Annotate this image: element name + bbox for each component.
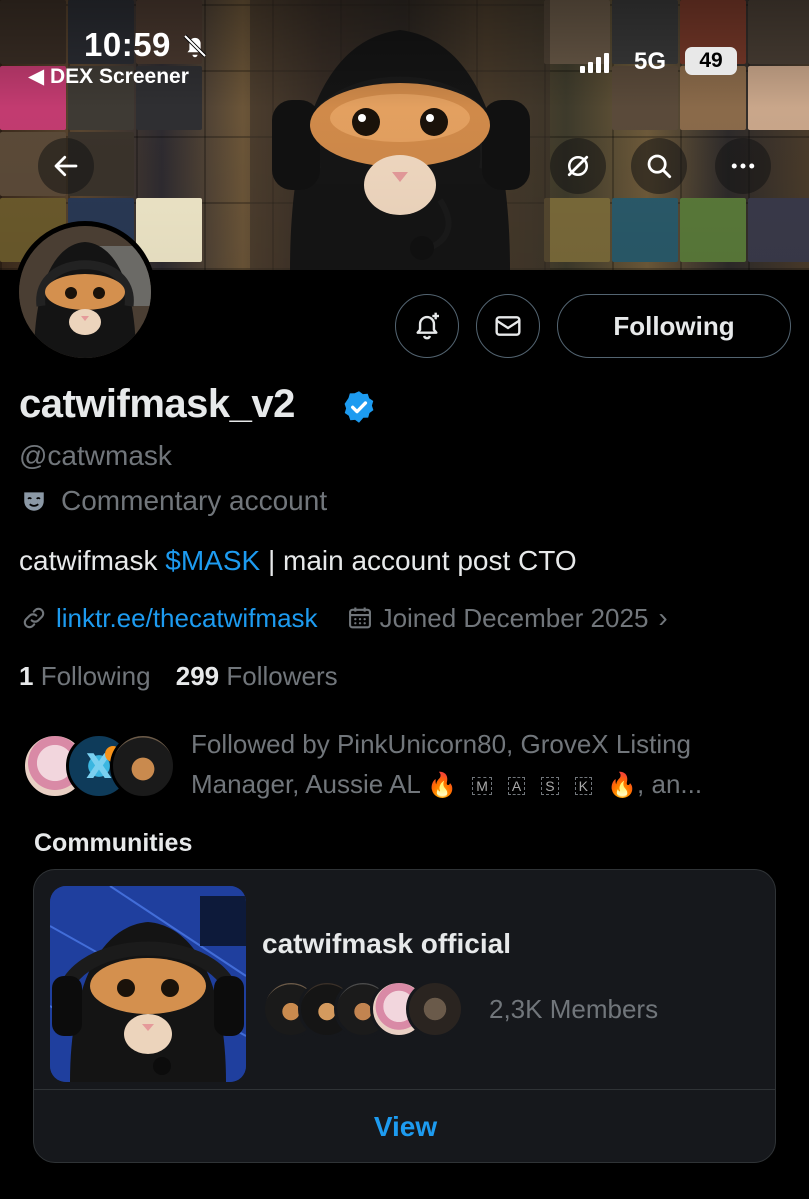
- envelope-icon: [495, 316, 521, 336]
- profile-avatar[interactable]: [14, 221, 156, 363]
- verified-badge-icon[interactable]: [341, 389, 377, 425]
- key-letter: M: [472, 777, 492, 796]
- following-label[interactable]: Following: [41, 661, 151, 691]
- avatar: [406, 980, 464, 1038]
- followers-label[interactable]: Followers: [226, 661, 337, 691]
- follow-counts: 1 Following 299 Followers: [19, 661, 356, 692]
- network-type: 5G: [634, 48, 667, 75]
- bell-off-icon: [183, 34, 207, 58]
- more-button[interactable]: [715, 138, 771, 194]
- battery-indicator: 49: [685, 47, 737, 75]
- theater-mask-icon: [24, 492, 44, 511]
- cashtag-link[interactable]: $MASK: [165, 545, 260, 576]
- following-button[interactable]: Following: [557, 294, 791, 358]
- followers-count[interactable]: 299: [176, 661, 219, 691]
- signal-icon: [580, 53, 609, 73]
- notification-bell-plus-icon: [416, 312, 439, 340]
- calendar-icon: [348, 607, 371, 629]
- user-handle: @catwmask: [19, 440, 172, 471]
- back-button[interactable]: [38, 138, 94, 194]
- community-name[interactable]: catwifmask official: [262, 928, 511, 960]
- community-member-count: 2,3K Members: [489, 994, 659, 1024]
- back-arrow-icon: [54, 155, 78, 177]
- view-community-button[interactable]: View: [34, 1090, 775, 1162]
- commentary-account-label: Commentary account: [61, 485, 328, 516]
- key-letter: S: [541, 777, 559, 796]
- key-letter: K: [574, 777, 592, 796]
- bio-text: | main account post CTO: [260, 545, 577, 576]
- avatar: [110, 733, 176, 799]
- followed-by-line: Followed by PinkUnicorn80, GroveX Listin…: [191, 729, 692, 759]
- display-name: catwifmask_v2: [19, 382, 295, 426]
- search-icon: [647, 154, 672, 179]
- link-icon: [23, 607, 45, 629]
- more-icon: [731, 163, 755, 169]
- grok-button[interactable]: [550, 138, 606, 194]
- clock: 10:59: [84, 26, 171, 63]
- followed-by-more: , an...: [637, 769, 703, 799]
- bio-text: catwifmask: [19, 545, 166, 576]
- notifications-button[interactable]: [395, 294, 459, 358]
- message-button[interactable]: [476, 294, 540, 358]
- profile-website-link[interactable]: linktr.ee/thecatwifmask: [56, 603, 318, 634]
- joined-date[interactable]: Joined December 2025: [380, 603, 649, 634]
- masked-cat-avatar-image: [19, 226, 151, 358]
- community-image: [50, 886, 246, 1082]
- back-to-app-link[interactable]: ◀ DEX Screener: [28, 64, 189, 89]
- fire-emoji: 🔥: [427, 772, 457, 799]
- community-card[interactable]: catwifmask official 2,3K Members View: [33, 869, 776, 1163]
- following-count[interactable]: 1: [19, 661, 33, 691]
- followed-by-line: Manager, Aussie AL: [191, 769, 420, 799]
- followed-by-text[interactable]: Followed by PinkUnicorn80, GroveX Listin…: [191, 724, 781, 806]
- followed-by-avatars[interactable]: X: [22, 733, 176, 799]
- profile-meta: linktr.ee/thecatwifmask Joined December …: [20, 602, 668, 634]
- search-button[interactable]: [631, 138, 687, 194]
- chevron-right-icon[interactable]: ›: [658, 602, 667, 634]
- profile-bio: catwifmask $MASK | main account post CTO: [19, 545, 577, 577]
- fire-emoji: 🔥: [607, 772, 638, 799]
- grok-icon: [567, 155, 589, 177]
- communities-heading: Communities: [34, 829, 193, 857]
- account-label-row[interactable]: Commentary account: [21, 485, 327, 517]
- status-bar: 10:59 ◀ DEX Screener 5G 49: [0, 0, 809, 90]
- community-member-avatars: [262, 980, 474, 1042]
- key-letter: A: [507, 777, 526, 796]
